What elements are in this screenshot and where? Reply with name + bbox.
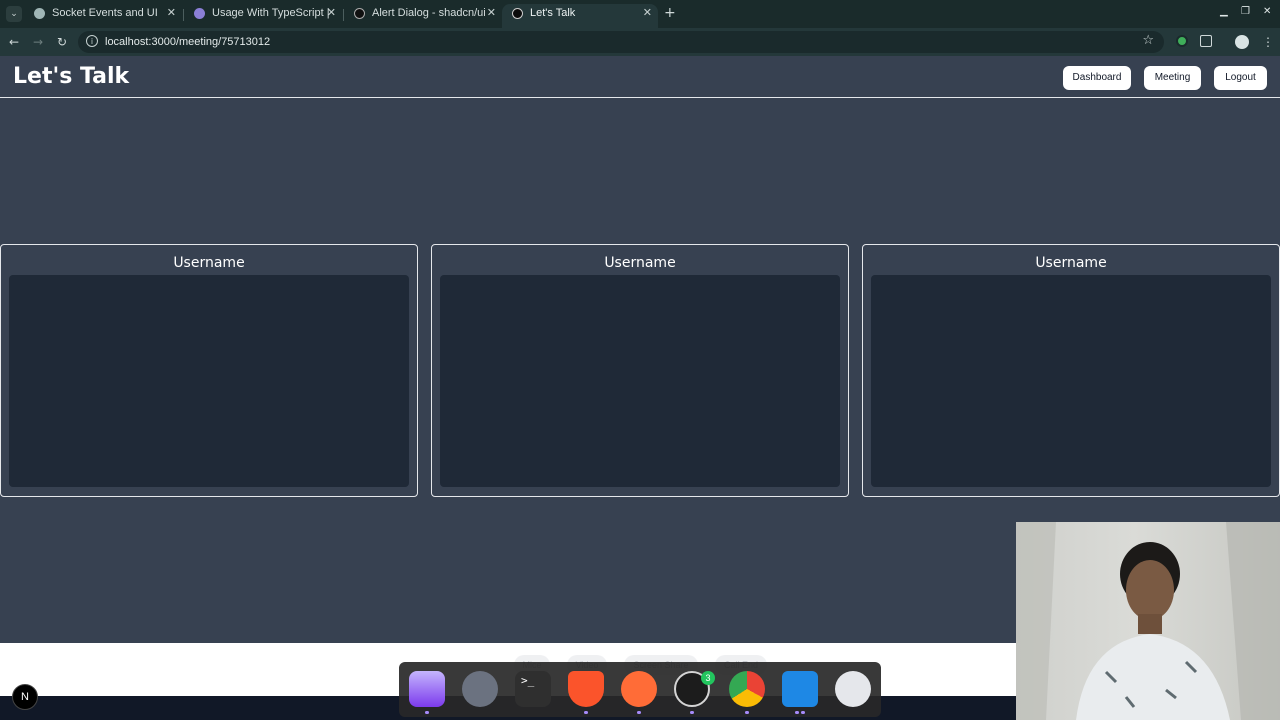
new-tab-icon[interactable]: +	[664, 4, 676, 22]
obs-notification-badge: 3	[701, 671, 715, 685]
tab-typescript-usage[interactable]: Usage With TypeScript | ✕	[184, 4, 342, 28]
participant-username: Username	[1035, 255, 1107, 271]
browser-toolbar: ← → ↻ i localhost:3000/meeting/75713012 …	[0, 28, 1280, 56]
participant-username: Username	[604, 255, 676, 271]
tab-close-icon[interactable]: ✕	[327, 4, 336, 22]
forward-icon[interactable]: →	[33, 34, 43, 50]
running-indicator	[801, 711, 805, 714]
files-icon[interactable]	[409, 671, 445, 707]
reload-icon[interactable]: ↻	[57, 34, 67, 50]
tab-search-icon[interactable]: ⌄	[6, 6, 22, 22]
address-bar[interactable]: i localhost:3000/meeting/75713012 ☆	[78, 31, 1164, 53]
extension-icon[interactable]	[1176, 35, 1188, 47]
running-indicator	[690, 711, 694, 714]
participant-card: Username	[862, 244, 1280, 497]
app-header: Let's Talk Dashboard Meeting Logout	[0, 56, 1280, 98]
postman-icon[interactable]	[621, 671, 657, 707]
participant-card: Username	[431, 244, 849, 497]
minimize-icon[interactable]: ▁	[1220, 6, 1228, 17]
settings-icon[interactable]	[835, 671, 871, 707]
tab-alert-dialog[interactable]: Alert Dialog - shadcn/ui ✕	[344, 4, 502, 28]
terminal-icon[interactable]: >_	[515, 671, 551, 707]
os-dock: >_ 3	[399, 662, 881, 717]
tab-title: Let's Talk	[530, 7, 576, 19]
clock-icon[interactable]	[462, 671, 498, 707]
browser-tab-bar: ⌄ Socket Events and UI ✕ Usage With Type…	[0, 0, 1280, 28]
tab-close-icon[interactable]: ✕	[643, 4, 652, 22]
tab-lets-talk[interactable]: Let's Talk ✕	[502, 4, 658, 28]
tab-title: Alert Dialog - shadcn/ui	[372, 7, 486, 19]
tab-close-icon[interactable]: ✕	[487, 4, 496, 22]
browser-menu-icon[interactable]: ⋮	[1262, 34, 1274, 50]
participant-video	[871, 275, 1271, 487]
tab-favicon-icon	[354, 8, 365, 19]
extensions-puzzle-icon[interactable]	[1200, 35, 1212, 47]
tab-favicon-icon	[34, 8, 45, 19]
brave-icon[interactable]	[568, 671, 604, 707]
tab-title: Usage With TypeScript |	[212, 7, 330, 19]
running-indicator	[795, 711, 799, 714]
vscode-icon[interactable]	[782, 671, 818, 707]
chrome-icon[interactable]	[729, 671, 765, 707]
close-window-icon[interactable]: ✕	[1263, 6, 1271, 17]
url-text: localhost:3000/meeting/75713012	[105, 36, 271, 48]
restore-icon[interactable]: ❐	[1241, 6, 1250, 17]
running-indicator	[745, 711, 749, 714]
webcam-overlay	[1016, 522, 1280, 720]
running-indicator	[425, 711, 429, 714]
logout-button[interactable]: Logout	[1214, 66, 1267, 90]
tab-close-icon[interactable]: ✕	[167, 4, 176, 22]
presenter-image	[1016, 522, 1280, 720]
site-info-icon[interactable]: i	[86, 35, 98, 47]
participant-video	[440, 275, 840, 487]
tab-favicon-icon	[194, 8, 205, 19]
participant-card: Username	[0, 244, 418, 497]
tab-favicon-icon	[512, 8, 523, 19]
nextjs-dev-indicator[interactable]: N	[12, 684, 38, 710]
dashboard-button[interactable]: Dashboard	[1063, 66, 1131, 90]
participant-video	[9, 275, 409, 487]
back-icon[interactable]: ←	[9, 34, 19, 50]
participant-username: Username	[173, 255, 245, 271]
meeting-button[interactable]: Meeting	[1144, 66, 1201, 90]
bookmark-star-icon[interactable]: ☆	[1142, 33, 1154, 48]
running-indicator	[637, 711, 641, 714]
profile-avatar-icon[interactable]	[1235, 35, 1249, 49]
tab-socket-events[interactable]: Socket Events and UI ✕	[24, 4, 182, 28]
running-indicator	[584, 711, 588, 714]
app-title: Let's Talk	[13, 64, 130, 89]
tab-title: Socket Events and UI	[52, 7, 158, 19]
